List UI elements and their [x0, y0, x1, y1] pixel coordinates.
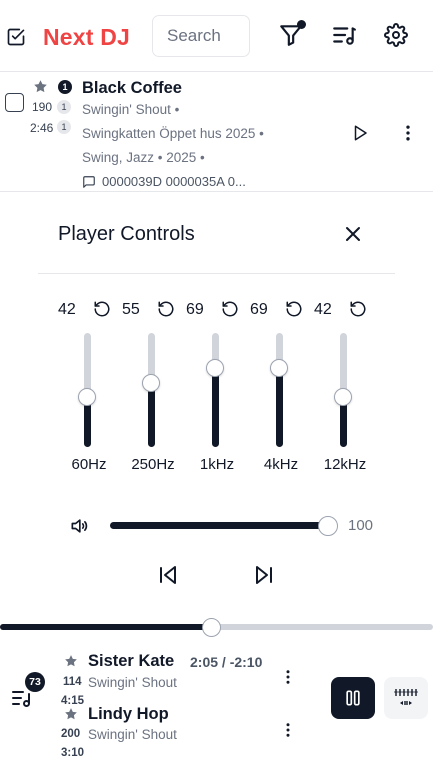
eq-slider-fill: [212, 368, 219, 447]
eq-band-label: 4kHz: [263, 456, 299, 473]
eq-slider-fill: [276, 368, 283, 447]
playback-progress-fill: [0, 624, 213, 630]
queue-item-duration: 3:10: [61, 747, 85, 759]
pause-icon: [346, 690, 360, 706]
track-row[interactable]: 1 190 1 2:46 1 Black Coffee Swingin' Sho…: [0, 72, 433, 192]
eq-band-label: 60Hz: [71, 456, 107, 473]
volume-icon[interactable]: [68, 516, 90, 536]
bpm-count-pill: 1: [57, 100, 71, 114]
eq-band-value: 42: [314, 301, 332, 318]
waveform-button[interactable]: [384, 677, 428, 719]
reset-icon[interactable]: [157, 300, 175, 318]
track-duration: 2:46: [30, 121, 54, 135]
close-button[interactable]: [341, 222, 365, 246]
close-icon: [346, 227, 360, 241]
track-album: Swingkatten Öppet hus 2025 •: [82, 126, 264, 141]
eq-band-value: 69: [250, 301, 268, 318]
more-vertical-icon: [286, 670, 290, 684]
queue-item-artist: Swingin' Shout: [88, 727, 177, 742]
eq-slider-thumb[interactable]: [270, 359, 288, 377]
eq-band-label: 1kHz: [199, 456, 235, 473]
eq-band-label: 12kHz: [323, 456, 367, 473]
waveform-icon: [394, 689, 418, 705]
queue-view-button[interactable]: [329, 20, 359, 50]
queue-item-artist: Swingin' Shout: [88, 675, 177, 690]
playlist-icon: [333, 27, 356, 45]
app-header: Next DJ: [0, 0, 433, 72]
eq-slider-thumb[interactable]: [206, 359, 224, 377]
eq-band-value: 55: [122, 301, 140, 318]
play-icon: [354, 125, 367, 141]
track-checkbox[interactable]: [5, 93, 24, 112]
reset-icon[interactable]: [349, 300, 367, 318]
track-title: Black Coffee: [82, 79, 182, 97]
star-icon[interactable]: [33, 79, 48, 94]
queue-item-title[interactable]: Sister Kate: [88, 652, 174, 671]
track-comment: 0000039D 0000035A 0...: [82, 174, 246, 189]
eq-slider-thumb[interactable]: [334, 388, 352, 406]
track-genre-year: Swing, Jazz • 2025 •: [82, 150, 205, 165]
eq-slider-track[interactable]: [212, 333, 219, 447]
track-artist: Swingin' Shout •: [82, 102, 180, 117]
eq-slider-track[interactable]: [276, 333, 283, 447]
now-playing-time: 2:05 / -2:10: [190, 654, 263, 670]
track-comment-text: 0000039D 0000035A 0...: [102, 174, 246, 189]
eq-band-value: 42: [58, 301, 76, 318]
eq-slider-thumb[interactable]: [78, 388, 96, 406]
reset-icon[interactable]: [285, 300, 303, 318]
play-button[interactable]: [349, 122, 371, 144]
more-vertical-icon: [406, 125, 410, 141]
queue-item-more-button[interactable]: [278, 720, 298, 740]
previous-button[interactable]: [156, 563, 180, 587]
volume-slider-track[interactable]: [110, 522, 328, 529]
more-vertical-icon: [286, 723, 290, 737]
settings-button[interactable]: [381, 20, 411, 50]
rank-badge: 1: [58, 80, 72, 94]
duration-count-pill: 1: [57, 120, 71, 134]
next-button[interactable]: [252, 563, 276, 587]
playback-progress-thumb[interactable]: [202, 618, 221, 637]
pause-button[interactable]: [331, 677, 375, 719]
queue-count-badge: 73: [25, 672, 45, 692]
app-logo: Next DJ: [43, 24, 131, 50]
filter-active-dot: [297, 20, 306, 29]
queue-item-duration: 4:15: [61, 695, 85, 707]
skip-back-icon: [160, 566, 176, 584]
search-input[interactable]: [152, 15, 250, 57]
queue-item-bpm: 200: [61, 728, 81, 740]
volume-slider-thumb[interactable]: [318, 516, 338, 536]
filter-button[interactable]: [276, 20, 306, 50]
select-mode-icon[interactable]: [6, 27, 26, 47]
panel-divider: [38, 273, 395, 274]
eq-slider-thumb[interactable]: [142, 374, 160, 392]
queue-item-more-button[interactable]: [278, 667, 298, 687]
star-icon[interactable]: [64, 654, 78, 668]
reset-icon[interactable]: [221, 300, 239, 318]
eq-slider-fill: [148, 383, 155, 447]
gear-icon: [384, 23, 408, 47]
reset-icon[interactable]: [93, 300, 111, 318]
track-more-button[interactable]: [397, 122, 419, 144]
skip-forward-icon: [256, 566, 272, 584]
queue-item-bpm: 114: [63, 676, 82, 688]
message-icon: [83, 175, 95, 188]
star-icon[interactable]: [64, 707, 78, 721]
eq-band-value: 69: [186, 301, 204, 318]
volume-value: 100: [348, 517, 374, 534]
track-bpm: 190: [32, 100, 53, 114]
player-controls-title: Player Controls: [58, 223, 195, 245]
eq-band-label: 250Hz: [131, 456, 175, 473]
queue-item-title[interactable]: Lindy Hop: [88, 705, 169, 724]
